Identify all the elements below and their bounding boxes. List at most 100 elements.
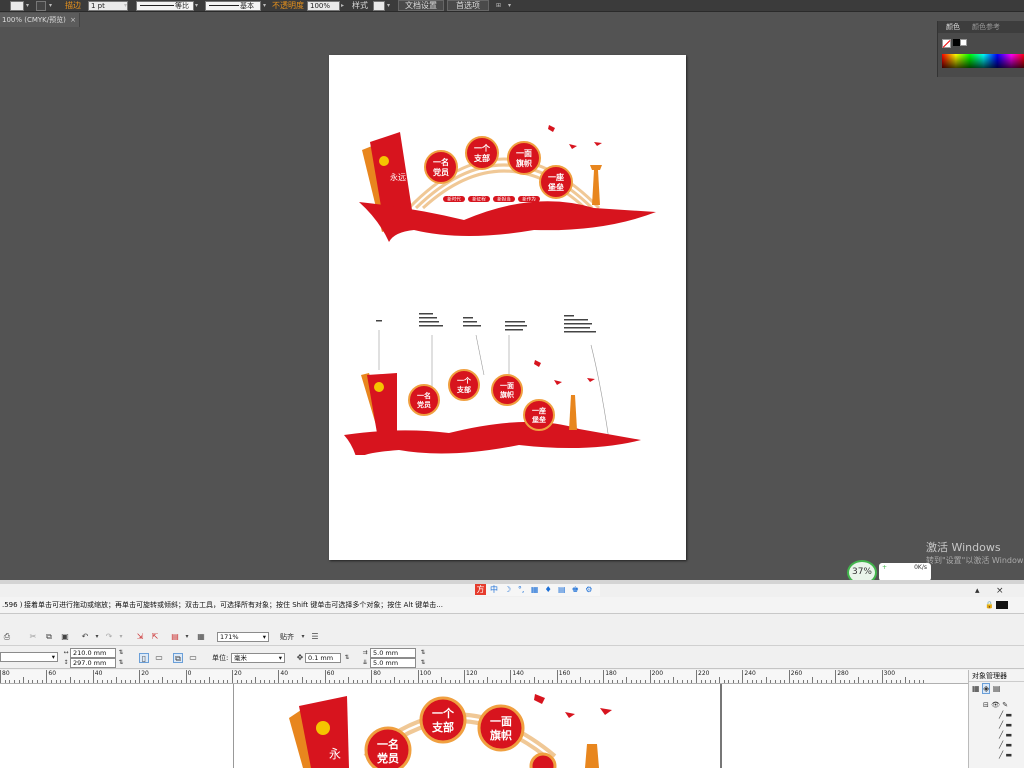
opacity-dropdown-icon[interactable]: ▸: [341, 2, 347, 10]
object-tree[interactable]: ⊟ 👁 ✎ ╱ ▬ ╱ ▬ ╱ ▬ ╱ ▬ ╱ ▬: [983, 700, 1012, 760]
object-properties-icon[interactable]: ◈: [982, 683, 991, 694]
page-width-field[interactable]: 210.0 mm: [70, 648, 116, 658]
black-swatch[interactable]: [953, 39, 960, 46]
zoom-level-field[interactable]: 171% ▾: [217, 632, 269, 642]
tab-color-guide[interactable]: 颜色参考: [968, 21, 1004, 33]
duplicate-x-field[interactable]: 5.0 mm: [370, 648, 416, 658]
ruler-tick: [366, 680, 368, 683]
redo-dropdown-icon[interactable]: ▾: [116, 632, 126, 642]
page-height-field[interactable]: 297.0 mm: [70, 658, 116, 668]
tree-item[interactable]: ╱ ▬: [983, 720, 1012, 730]
white-swatch[interactable]: [960, 39, 967, 46]
horizontal-ruler[interactable]: 80 60 40 20 0 20 40 60 80 100 120 140 160 180 200 220 24…: [0, 670, 968, 684]
tree-item[interactable]: ╱ ▬: [983, 750, 1012, 760]
duplicate-y-field[interactable]: 5.0 mm: [370, 658, 416, 668]
style-swatch[interactable]: [373, 1, 385, 11]
stroke-weight-dropdown-icon[interactable]: ▾: [124, 2, 130, 10]
svg-text:一个: 一个: [432, 706, 455, 720]
ruler-tick: [153, 680, 155, 683]
tree-item[interactable]: ⊟ 👁 ✎: [983, 700, 1012, 710]
paste-icon[interactable]: ▣: [60, 632, 70, 642]
snap-dropdown-icon[interactable]: ▾: [298, 632, 308, 642]
page-size-dropdown-icon[interactable]: ▾: [52, 653, 55, 661]
dup-x-spinner-icon[interactable]: ⇅: [418, 648, 428, 658]
close-tab-icon[interactable]: ×: [70, 13, 76, 27]
ime-chinese-icon[interactable]: 中: [489, 584, 500, 595]
stroke-dropdown-icon[interactable]: ▾: [49, 2, 55, 10]
opacity-label[interactable]: 不透明度: [272, 0, 304, 12]
layer-manager-icon[interactable]: ▤: [993, 684, 1001, 693]
arrange-dropdown-icon[interactable]: ▾: [508, 2, 514, 10]
nudge-spinner-icon[interactable]: ⇅: [342, 653, 352, 663]
tree-item[interactable]: ╱ ▬: [983, 740, 1012, 750]
publish-pdf-icon[interactable]: ▤: [170, 632, 180, 642]
arrange-icon[interactable]: ⊞: [496, 2, 504, 10]
app-launcher-icon[interactable]: ▦: [196, 632, 206, 642]
page-size-select[interactable]: ▾: [0, 652, 58, 662]
snap-to-label[interactable]: 贴齐: [280, 632, 294, 642]
height-spinner-icon[interactable]: ⇅: [116, 658, 126, 668]
options-icon[interactable]: ☰: [310, 632, 320, 642]
fill-indicator-icon[interactable]: [996, 601, 1008, 609]
stroke-label[interactable]: 描边: [65, 0, 81, 12]
ime-halfwidth-icon[interactable]: ☽: [502, 584, 513, 595]
corel-menu-icon[interactable]: ▴: [975, 586, 980, 596]
ime-toolbox-icon[interactable]: ▤: [556, 584, 567, 595]
ime-skin-icon[interactable]: ♚: [570, 584, 581, 595]
profile-dropdown-icon[interactable]: ▾: [195, 2, 201, 10]
undo-icon[interactable]: ↶: [80, 632, 90, 642]
ime-voice-icon[interactable]: ♦: [543, 584, 554, 595]
duplicate-x-icon: ⇉: [362, 649, 368, 656]
tab-color[interactable]: 颜色: [942, 21, 964, 33]
copy-icon[interactable]: ⧉: [44, 632, 54, 642]
stroke-weight-field[interactable]: 1 pt: [88, 1, 128, 11]
design-top[interactable]: 永远 一名 党员 一个 支部 一面 旗帜 一座 堡垒 新时代 新征程 新担当 新…: [354, 120, 664, 245]
import-icon[interactable]: ⇲: [135, 632, 145, 642]
layer-view-icon[interactable]: ▦: [972, 684, 980, 693]
export-icon[interactable]: ⇱: [150, 632, 160, 642]
lock-icon[interactable]: 🔒: [985, 597, 994, 614]
print-icon[interactable]: ⎙: [2, 632, 12, 642]
ime-keyboard-icon[interactable]: ▦: [529, 584, 540, 595]
all-pages-icon[interactable]: ⧉: [173, 653, 183, 663]
landscape-icon[interactable]: ▭: [154, 653, 164, 663]
brush-definition[interactable]: 基本: [205, 1, 261, 11]
variable-width-profile[interactable]: 等比: [136, 1, 194, 11]
opacity-field[interactable]: 100%: [307, 1, 340, 11]
none-swatch-icon[interactable]: [942, 39, 951, 48]
publish-dropdown-icon[interactable]: ▾: [182, 632, 192, 642]
ime-punct-icon[interactable]: °,: [516, 584, 527, 595]
brush-dropdown-icon[interactable]: ▾: [263, 2, 269, 10]
document-setup-button[interactable]: 文档设置: [398, 0, 444, 11]
redo-icon[interactable]: ↷: [104, 632, 114, 642]
corel-design-preview[interactable]: 永 一名 党员 一个 支部 一面 旗帜: [285, 688, 625, 768]
ime-toolbar[interactable]: 方 中 ☽ °, ▦ ♦ ▤ ♚ ⚙: [475, 584, 600, 596]
document-tab[interactable]: 100% (CMYK/预览) ×: [0, 13, 80, 27]
width-spinner-icon[interactable]: ⇅: [116, 648, 126, 658]
ruler-label: 0: [187, 670, 192, 677]
portrait-icon[interactable]: ▯: [139, 653, 149, 663]
stroke-swatch[interactable]: [36, 1, 46, 11]
corel-drawing-canvas[interactable]: 永 一名 党员 一个 支部 一面 旗帜: [0, 684, 968, 768]
nudge-distance-field[interactable]: 0.1 mm: [305, 653, 341, 663]
ime-logo-icon[interactable]: 方: [475, 584, 486, 595]
ruler-tick: [858, 677, 860, 683]
tree-item[interactable]: ╱ ▬: [983, 710, 1012, 720]
units-select[interactable]: 毫米 ▾: [231, 653, 285, 663]
style-dropdown-icon[interactable]: ▾: [387, 2, 393, 10]
tree-item[interactable]: ╱ ▬: [983, 730, 1012, 740]
corel-close-icon[interactable]: ×: [996, 586, 1004, 596]
ime-settings-icon[interactable]: ⚙: [583, 584, 594, 595]
artboard[interactable]: 永远 一名 党员 一个 支部 一面 旗帜 一座 堡垒 新时代 新征程 新担当 新…: [329, 55, 686, 560]
preferences-button[interactable]: 首选项: [447, 0, 489, 11]
zoom-dropdown-icon[interactable]: ▾: [263, 633, 266, 641]
current-page-icon[interactable]: ▭: [188, 653, 198, 663]
units-dropdown-icon[interactable]: ▾: [279, 654, 282, 662]
fill-dropdown-icon[interactable]: ▾: [26, 2, 32, 10]
design-bottom[interactable]: 一名 党员 一个 支部 一面 旗帜 一座 堡垒: [339, 305, 669, 455]
huabiao-pillar: [592, 170, 600, 205]
cut-icon[interactable]: ✂: [28, 632, 38, 642]
fill-swatch[interactable]: [10, 1, 24, 11]
undo-dropdown-icon[interactable]: ▾: [92, 632, 102, 642]
dup-y-spinner-icon[interactable]: ⇅: [418, 658, 428, 668]
